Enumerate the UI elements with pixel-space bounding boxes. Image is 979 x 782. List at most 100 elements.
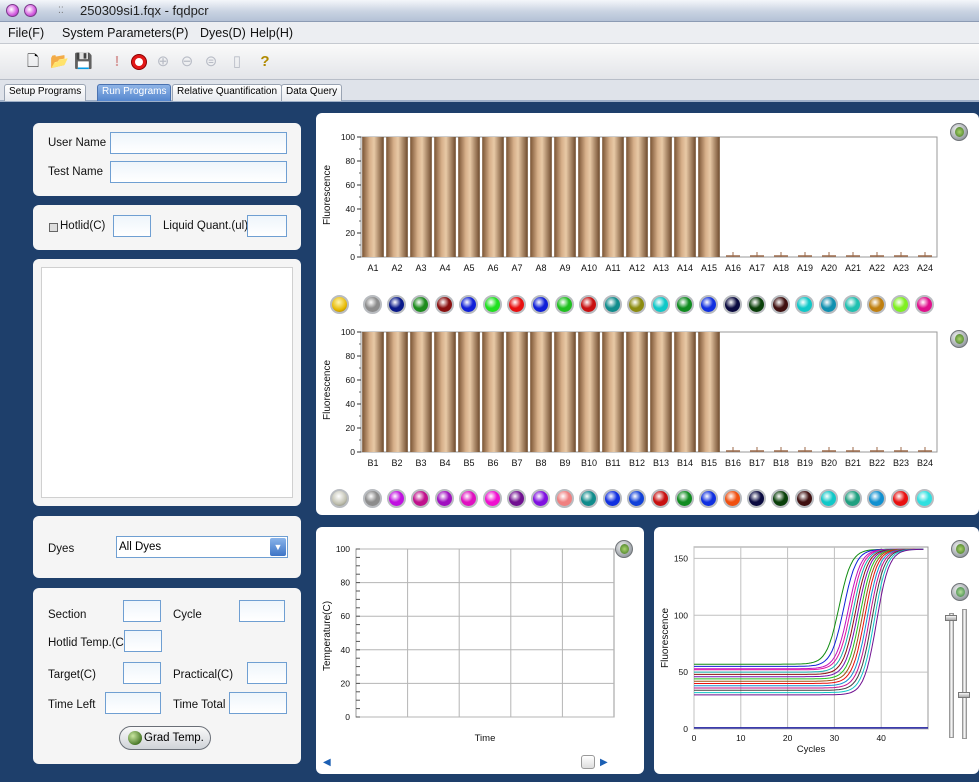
well-color-dot[interactable] <box>651 489 670 508</box>
well-color-dot[interactable] <box>699 489 718 508</box>
well-color-dot[interactable] <box>747 489 766 508</box>
well-color-dot[interactable] <box>435 489 454 508</box>
user-name-input[interactable] <box>110 132 287 154</box>
well-color-dot[interactable] <box>771 295 790 314</box>
well-color-dot[interactable] <box>843 295 862 314</box>
stop-icon[interactable] <box>130 53 148 71</box>
well-color-dot[interactable] <box>843 489 862 508</box>
well-color-dot[interactable] <box>771 489 790 508</box>
tab-data-query[interactable]: Data Query <box>281 84 343 101</box>
well-color-dot[interactable] <box>627 489 646 508</box>
well-color-dot[interactable] <box>483 295 502 314</box>
well-color-dot[interactable] <box>675 489 694 508</box>
well-color-dot[interactable] <box>483 489 502 508</box>
zoom-reset-icon[interactable]: ⊜ <box>202 53 220 71</box>
well-color-dot[interactable] <box>747 295 766 314</box>
lamp-icon[interactable] <box>330 295 349 314</box>
threshold-slider-track-right[interactable] <box>962 609 967 739</box>
hotlid-input[interactable] <box>113 215 151 237</box>
well-color-dot[interactable] <box>579 489 598 508</box>
menu-file[interactable]: File(F) <box>8 26 44 40</box>
well-color-dot[interactable] <box>891 489 910 508</box>
well-color-dot[interactable] <box>603 295 622 314</box>
well-color-dot[interactable] <box>411 295 430 314</box>
time-left-input[interactable] <box>105 692 161 714</box>
well-color-dot[interactable] <box>915 489 934 508</box>
well-dots-a <box>316 293 979 317</box>
help-icon[interactable]: ? <box>256 53 274 71</box>
menu-system-parameters[interactable]: System Parameters(P) <box>62 26 188 40</box>
menu-help[interactable]: Help(H) <box>250 26 293 40</box>
well-color-dot[interactable] <box>507 295 526 314</box>
well-color-dot[interactable] <box>459 489 478 508</box>
zoom-in-icon[interactable]: ⊕ <box>154 53 172 71</box>
well-color-dot[interactable] <box>387 295 406 314</box>
well-color-dot[interactable] <box>723 295 742 314</box>
well-color-dot[interactable] <box>507 489 526 508</box>
well-color-dot[interactable] <box>891 295 910 314</box>
well-color-dot[interactable] <box>579 295 598 314</box>
well-color-dot[interactable] <box>387 489 406 508</box>
section-input[interactable] <box>123 600 161 622</box>
tab-run-programs[interactable]: Run Programs <box>97 84 172 101</box>
chart-b-options-icon[interactable] <box>950 330 968 348</box>
zoom-box-icon[interactable] <box>581 755 595 769</box>
target-input[interactable] <box>123 662 161 684</box>
tab-relative-quantification[interactable]: Relative Quantification <box>172 84 283 101</box>
well-color-dot[interactable] <box>531 295 550 314</box>
save-icon[interactable]: 💾 <box>74 53 93 71</box>
well-color-dot[interactable] <box>459 295 478 314</box>
test-name-input[interactable] <box>110 161 287 183</box>
well-color-dot[interactable] <box>363 489 382 508</box>
chevron-down-icon[interactable]: ▼ <box>270 538 286 556</box>
amplification-options-icon[interactable] <box>951 540 969 558</box>
scroll-left-icon[interactable]: ◀ <box>323 757 331 768</box>
threshold-slider-track-left[interactable] <box>949 613 954 738</box>
well-color-dot[interactable] <box>915 295 934 314</box>
window-close-icon[interactable] <box>6 4 19 17</box>
open-folder-icon[interactable]: 📂 <box>50 53 69 71</box>
window-minimize-icon[interactable] <box>24 4 37 17</box>
tab-setup-programs[interactable]: Setup Programs <box>4 84 87 101</box>
chart-a-options-icon[interactable] <box>950 123 968 141</box>
well-color-dot[interactable] <box>555 489 574 508</box>
well-color-dot[interactable] <box>435 295 454 314</box>
well-color-dot[interactable] <box>699 295 718 314</box>
time-total-input[interactable] <box>229 692 287 714</box>
liquid-quant-input[interactable] <box>247 215 287 237</box>
well-color-dot[interactable] <box>867 489 886 508</box>
well-color-dot[interactable] <box>651 295 670 314</box>
hotlid-checkbox[interactable] <box>49 223 58 232</box>
well-color-dot[interactable] <box>531 489 550 508</box>
dyes-select[interactable]: All Dyes ▼ <box>116 536 288 558</box>
warning-icon[interactable]: ! <box>108 53 126 71</box>
well-color-dot[interactable] <box>363 295 382 314</box>
well-color-dot[interactable] <box>675 295 694 314</box>
well-color-dot[interactable] <box>723 489 742 508</box>
well-color-dot[interactable] <box>411 489 430 508</box>
program-list[interactable] <box>41 267 293 498</box>
edit-threshold-icon[interactable] <box>951 583 969 601</box>
lamp-icon[interactable] <box>330 489 349 508</box>
report-icon[interactable]: ▯ <box>228 53 246 71</box>
b-bar <box>506 332 528 452</box>
practical-input[interactable] <box>247 662 287 684</box>
well-color-dot[interactable] <box>819 295 838 314</box>
cycle-input[interactable] <box>239 600 285 622</box>
well-color-dot[interactable] <box>627 295 646 314</box>
well-color-dot[interactable] <box>819 489 838 508</box>
well-color-dot[interactable] <box>795 489 814 508</box>
well-color-dot[interactable] <box>603 489 622 508</box>
new-file-icon[interactable]: 🗋 <box>24 53 42 71</box>
temperature-options-icon[interactable] <box>615 540 633 558</box>
hotlid-temp-input[interactable] <box>124 630 162 652</box>
threshold-slider-knob-right[interactable] <box>958 692 970 698</box>
well-color-dot[interactable] <box>867 295 886 314</box>
well-color-dot[interactable] <box>555 295 574 314</box>
zoom-out-icon[interactable]: ⊖ <box>178 53 196 71</box>
well-color-dot[interactable] <box>795 295 814 314</box>
threshold-slider-knob-left[interactable] <box>945 615 957 621</box>
grad-temp-button[interactable]: Grad Temp. <box>119 726 211 750</box>
scroll-right-icon[interactable]: ▶ <box>600 757 608 768</box>
menu-dyes[interactable]: Dyes(D) <box>200 26 246 40</box>
